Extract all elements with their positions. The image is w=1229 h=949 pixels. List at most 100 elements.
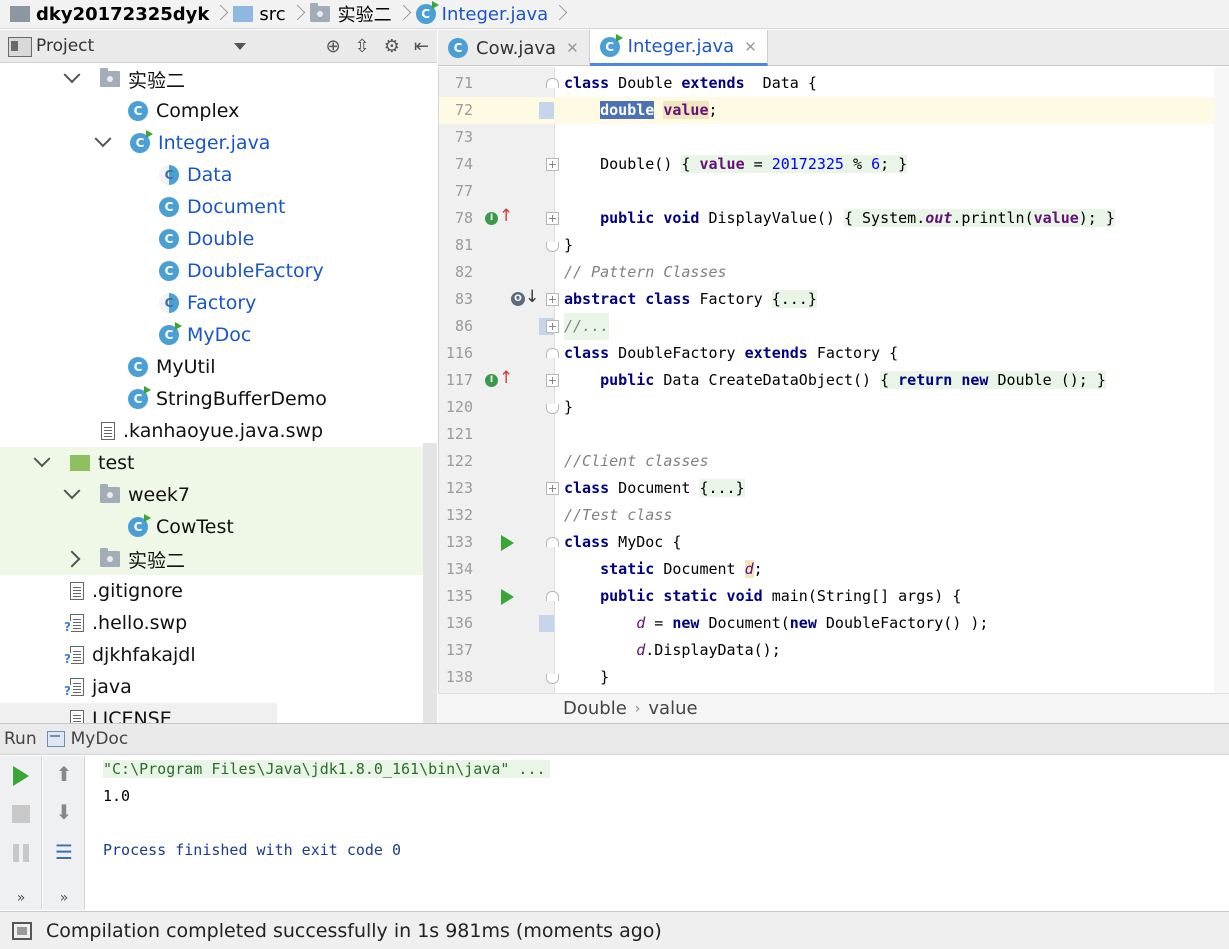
tab-integer-java[interactable]: C Integer.java ✕	[589, 30, 768, 66]
expand-fold-icon[interactable]	[546, 293, 559, 306]
tab-cow-java[interactable]: C Cow.java ✕	[438, 30, 590, 66]
more-tools-button[interactable]: »	[52, 886, 76, 910]
code-line[interactable]: 120 }	[439, 394, 1229, 421]
tree-item-package-experiment2[interactable]: 实验二	[0, 63, 437, 95]
fold-end-icon[interactable]	[546, 674, 559, 684]
expand-fold-icon[interactable]	[546, 212, 559, 225]
more-actions-button[interactable]: »	[9, 886, 33, 910]
project-panel-title[interactable]: Project	[36, 36, 94, 56]
scroll-up-button[interactable]: ⬆	[52, 762, 76, 786]
chevron-down-icon[interactable]	[63, 66, 81, 84]
code-line[interactable]: 86 //...	[439, 313, 1229, 340]
breadcrumb-file[interactable]: C Integer.java	[415, 0, 573, 29]
code-editor[interactable]: 71 class Double extends Data { 72 double…	[438, 67, 1229, 693]
code-line[interactable]: 123 class Document {...}	[439, 475, 1229, 502]
tree-item-mydoc[interactable]: C MyDoc	[0, 319, 437, 351]
tree-item-gitignore[interactable]: .gitignore	[0, 575, 437, 607]
tree-item-integer-java[interactable]: C Integer.java	[0, 127, 437, 159]
tree-item-factory[interactable]: C Factory	[0, 287, 437, 319]
code-line[interactable]: 73	[439, 124, 1229, 151]
tree-item-hello-swp[interactable]: .hello.swp	[0, 607, 437, 639]
code-line[interactable]: 117 I ↑ public Data CreateDataObject() {…	[439, 367, 1229, 394]
up-arrow-icon[interactable]: ↑	[499, 208, 513, 225]
run-panel-title[interactable]: Run	[4, 729, 37, 749]
tree-item-test-experiment2[interactable]: 实验二	[0, 543, 437, 575]
settings-gear-icon[interactable]: ⚙	[384, 36, 400, 57]
code-line[interactable]: 121	[439, 421, 1229, 448]
hide-panel-icon[interactable]: ⇤	[414, 36, 429, 57]
code-line[interactable]: 81 }	[439, 232, 1229, 259]
code-line[interactable]: 71 class Double extends Data {	[439, 70, 1229, 97]
run-config-name[interactable]: MyDoc	[71, 729, 129, 749]
chevron-down-icon[interactable]	[94, 130, 112, 148]
code-line[interactable]: 82 // Pattern Classes	[439, 259, 1229, 286]
code-line[interactable]: 116 class DoubleFactory extends Factory …	[439, 340, 1229, 367]
chevron-down-icon[interactable]	[63, 482, 81, 500]
breadcrumb-src[interactable]: src	[233, 0, 309, 29]
code-line[interactable]: 78 I ↑ public void DisplayValue() { Syst…	[439, 205, 1229, 232]
code-line[interactable]: 122 //Client classes	[439, 448, 1229, 475]
fold-end-icon[interactable]	[546, 242, 559, 252]
tree-item-test-folder[interactable]: test	[0, 447, 437, 479]
console-output[interactable]: "C:\Program Files\Java\jdk1.8.0_161\bin\…	[86, 756, 1229, 910]
tree-item-license[interactable]: LICENSE	[0, 703, 277, 723]
implements-method-icon[interactable]: I	[485, 374, 498, 387]
up-arrow-icon[interactable]: ↑	[499, 370, 513, 387]
fold-end-icon[interactable]	[546, 404, 559, 414]
chevron-right-icon[interactable]	[63, 550, 81, 568]
locate-file-icon[interactable]: ⊕	[326, 36, 341, 57]
rerun-button[interactable]	[9, 764, 33, 788]
fold-marker-icon[interactable]	[546, 537, 559, 547]
close-icon[interactable]: ✕	[566, 39, 579, 57]
expand-fold-icon[interactable]	[546, 374, 559, 387]
tree-item-doublefactory[interactable]: C DoubleFactory	[0, 255, 437, 287]
stop-button[interactable]	[9, 802, 33, 826]
breadcrumb-package[interactable]: 实验二	[309, 0, 416, 29]
editor-breadcrumb-field[interactable]: value	[648, 698, 697, 719]
fold-marker-icon[interactable]	[546, 78, 559, 88]
editor-scrollbar[interactable]	[1214, 67, 1229, 693]
code-line[interactable]: 137 d.DisplayData();	[439, 637, 1229, 664]
soft-wrap-button[interactable]: ☰	[52, 840, 76, 864]
run-main-icon[interactable]	[501, 589, 514, 605]
pause-button[interactable]	[9, 841, 33, 865]
tree-item-complex[interactable]: C Complex	[0, 95, 437, 127]
code-line[interactable]: 134 static Document d;	[439, 556, 1229, 583]
code-line[interactable]: 133 class MyDoc {	[439, 529, 1229, 556]
expand-fold-icon[interactable]	[546, 320, 559, 333]
expand-fold-icon[interactable]	[546, 158, 559, 171]
collapse-all-icon[interactable]: ⇳	[355, 36, 370, 57]
code-line[interactable]: 74 Double() { value = 20172325 % 6; }	[439, 151, 1229, 178]
code-line[interactable]: 135 public static void main(String[] arg…	[439, 583, 1229, 610]
code-line[interactable]: 83 O ↓ abstract class Factory {...}	[439, 286, 1229, 313]
tree-item-java[interactable]: java	[0, 671, 437, 703]
editor-breadcrumb-class[interactable]: Double	[563, 698, 627, 719]
overridden-icon[interactable]: O	[511, 292, 525, 306]
tree-item-djkhfakajdl[interactable]: djkhfakajdl	[0, 639, 437, 671]
run-class-icon[interactable]	[501, 535, 514, 551]
breadcrumb-project[interactable]: dky20172325dyk	[10, 0, 233, 29]
scroll-down-button[interactable]: ⬇	[52, 800, 76, 824]
view-selector-dropdown-icon[interactable]	[234, 42, 247, 50]
fold-marker-icon[interactable]	[546, 591, 559, 601]
tree-item-week7[interactable]: week7	[0, 479, 437, 511]
tree-item-myutil[interactable]: C MyUtil	[0, 351, 437, 383]
tree-item-data[interactable]: C Data	[0, 159, 437, 191]
fold-marker-icon[interactable]	[546, 348, 559, 358]
code-line[interactable]: 132 //Test class	[439, 502, 1229, 529]
down-arrow-icon[interactable]: ↓	[525, 289, 539, 306]
close-icon[interactable]: ✕	[744, 38, 757, 56]
tool-windows-icon[interactable]	[12, 921, 32, 940]
tree-scrollbar[interactable]	[423, 443, 437, 723]
implements-method-icon[interactable]: I	[485, 212, 498, 225]
code-line[interactable]: 138 }	[439, 664, 1229, 691]
tree-item-kanhaoyue-swp[interactable]: .kanhaoyue.java.swp	[0, 415, 437, 447]
tree-item-document[interactable]: C Document	[0, 191, 437, 223]
code-line[interactable]: 77	[439, 178, 1229, 205]
code-line-current[interactable]: 72 double value;	[439, 97, 1229, 124]
tree-item-double[interactable]: C Double	[0, 223, 437, 255]
code-line[interactable]: 136 d = new Document(new DoubleFactory()…	[439, 610, 1229, 637]
tree-item-stringbufferdemo[interactable]: C StringBufferDemo	[0, 383, 437, 415]
tree-item-cowtest[interactable]: C CowTest	[0, 511, 437, 543]
console-command[interactable]: "C:\Program Files\Java\jdk1.8.0_161\bin\…	[103, 760, 550, 778]
